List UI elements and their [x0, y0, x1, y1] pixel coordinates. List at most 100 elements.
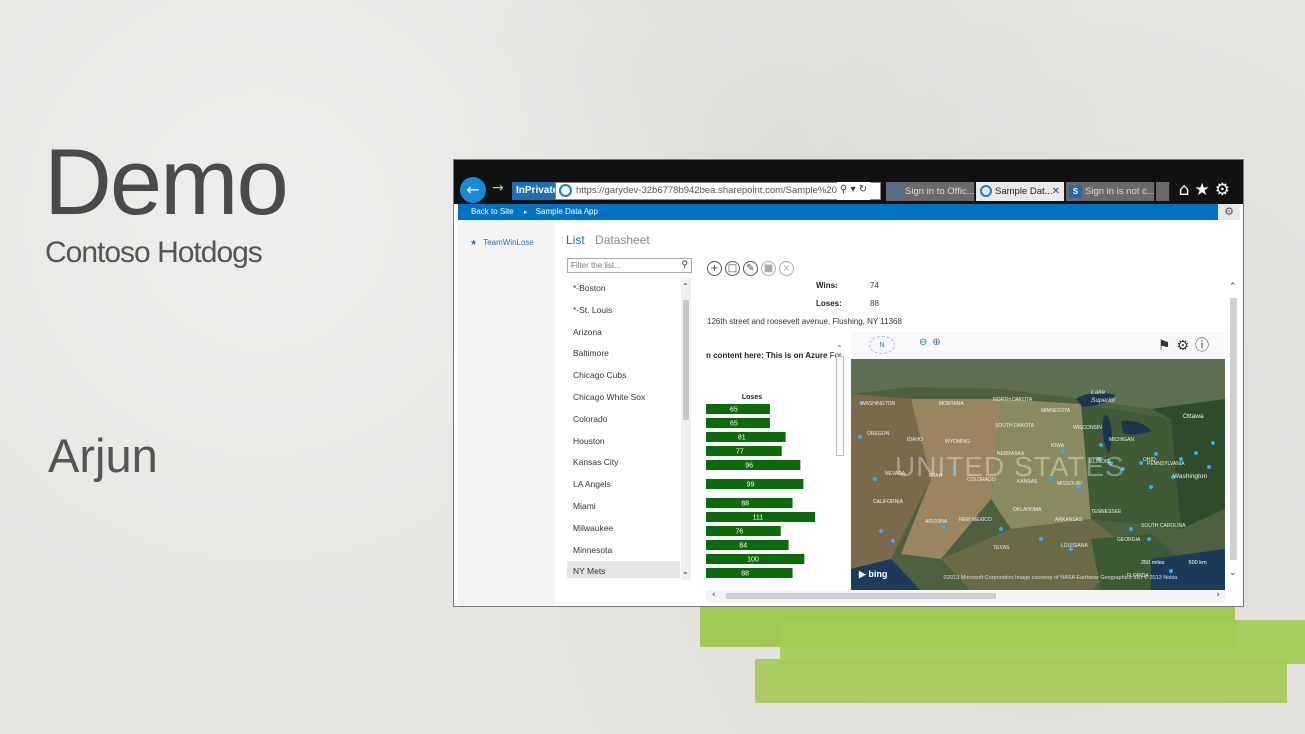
breadcrumb-separator-icon: ▸ [523, 209, 528, 216]
list-item[interactable]: Houston [567, 431, 680, 453]
edit-icon[interactable]: ✎ [743, 261, 758, 276]
browser-tools: ⌂★⚙ [1179, 180, 1235, 200]
close-icon[interactable]: ✕ [1052, 182, 1060, 201]
list-item[interactable]: Baltimore [567, 343, 680, 365]
chart-bar [706, 404, 770, 414]
list-item[interactable]: Minnesota [567, 540, 680, 562]
chart-data-label: 100 [747, 557, 759, 564]
forward-arrow-icon[interactable]: → [492, 180, 504, 196]
map-label: IDAHO [907, 437, 923, 443]
map-country-label: UNITED STATES [895, 451, 1125, 482]
favorites-star-icon[interactable]: ★ [1195, 180, 1215, 200]
loses-chart: Loses 65 65 81 77 96 99 88 111 76 84 100 88 [706, 394, 836, 598]
zoom-out-icon[interactable]: ⊖ [919, 337, 932, 348]
help-icon[interactable]: ⓘ [1195, 338, 1215, 354]
gear-icon[interactable]: ⚙ [1215, 180, 1235, 200]
page-scrollbar[interactable]: ⌃ ⌄ [1228, 278, 1240, 590]
list-item[interactable]: Milwaukee [567, 518, 680, 540]
new-tab-button[interactable] [1156, 182, 1170, 201]
map-label: GEORGIA [1117, 537, 1141, 543]
map-copyright: ©2013 Microsoft Corporation Image courte… [943, 575, 1178, 581]
chart-bar [706, 498, 793, 508]
back-to-site-link[interactable]: Back to Site [471, 207, 514, 216]
chart-bar [706, 540, 789, 550]
gear-icon[interactable]: ⚙ [1176, 338, 1195, 354]
embedded-content-text: n content here: This is on Azure For [706, 351, 842, 360]
browser-tab-active[interactable]: Sample Dat... ✕ [976, 182, 1065, 201]
chevron-right-icon[interactable]: › [1216, 590, 1220, 600]
list-item[interactable]: LA Angels [567, 474, 680, 496]
map-city-label: Ottawa [1183, 413, 1204, 420]
compass-icon[interactable]: N [869, 336, 895, 354]
chart-bar [706, 568, 793, 578]
tab-list[interactable]: List [566, 233, 585, 247]
address-controls[interactable]: ⚲ ▾ ↻ [837, 182, 871, 200]
map-label: OREGON [867, 431, 890, 437]
back-arrow-icon[interactable]: ← [460, 177, 486, 203]
decorative-green-bar [780, 620, 1305, 664]
chevron-up-icon[interactable]: ⌃ [1229, 282, 1237, 292]
settings-gear-icon[interactable]: ⚙ [1218, 204, 1240, 220]
browser-tab[interactable]: Sign in to Offic... [886, 182, 975, 201]
suite-bar: Back to Site ▸ Sample Data App [458, 204, 1218, 220]
nav-item-teamwinlose[interactable]: ★ TeamWinLose [470, 238, 534, 247]
chevron-up-icon[interactable]: ⌃ [836, 344, 843, 353]
loses-label: Loses: [816, 299, 842, 308]
chart-data-label: 88 [741, 571, 749, 578]
list-item[interactable]: *-St. Louis [567, 300, 680, 322]
search-icon[interactable]: ⚲ [681, 259, 688, 272]
location-pin-icon[interactable]: ⚑ [1158, 338, 1177, 354]
map-label: OKLAHOMA [1013, 507, 1042, 513]
list-item[interactable]: Colorado [567, 409, 680, 431]
zoom-in-icon[interactable]: ⊕ [932, 337, 945, 348]
chevron-left-icon[interactable]: ‹ [712, 590, 716, 600]
wins-label: Wins: [816, 281, 838, 290]
save-icon[interactable]: ■ [761, 261, 776, 276]
map-label: IOWA [1051, 443, 1065, 449]
map-toolbar: N ⊖⊕ ⚑⚙ⓘ [851, 332, 1225, 359]
list-item[interactable]: *-Boston [567, 278, 680, 300]
map-label: NORTH DAKOTA [993, 397, 1033, 403]
embed-scrollbar[interactable]: ⌃ [835, 344, 845, 460]
list-item[interactable]: Arizona [567, 322, 680, 344]
list-item[interactable]: Chicago Cubs [567, 365, 680, 387]
map-label: SOUTH CAROLINA [1141, 523, 1186, 529]
chart-bar [706, 479, 804, 489]
map-city-label: Washington [1173, 473, 1208, 480]
list-scrollbar[interactable]: ⌃ ⌄ [681, 278, 691, 580]
filter-input[interactable]: Filter the list... ⚲ [567, 258, 692, 273]
chart-bar [706, 418, 770, 428]
bar-chart-svg: 65658177969988111768410088 [706, 404, 816, 578]
horizontal-scrollbar[interactable]: ‹ › [706, 590, 1226, 602]
chart-bar [706, 526, 781, 536]
chevron-down-icon[interactable]: ⌄ [682, 567, 689, 576]
add-icon[interactable]: + [707, 261, 722, 276]
map-label: MONTANA [939, 401, 964, 407]
app-title-link[interactable]: Sample Data App [536, 207, 598, 216]
map-label: TENNESSEE [1091, 509, 1122, 515]
home-icon[interactable]: ⌂ [1179, 180, 1195, 200]
map-label: NEW MEXICO [959, 517, 992, 523]
map-label: PENNSYLVANIA [1147, 461, 1185, 467]
chart-data-label: 111 [753, 515, 764, 522]
sharepoint-icon: S [1069, 185, 1082, 198]
tab-datasheet[interactable]: Datasheet [595, 233, 650, 247]
list-item[interactable]: NY Mets [567, 561, 680, 578]
cancel-icon[interactable]: × [779, 261, 794, 276]
list-item[interactable]: Kansas City [567, 452, 680, 474]
address-bar[interactable]: https://garydev-32b6778b942bea.sharepoin… [555, 182, 881, 200]
chevron-down-icon[interactable]: ⌄ [1229, 568, 1237, 578]
satellite-map[interactable]: WASHINGTON MONTANA NORTH DAKOTA MINNESOT… [851, 359, 1225, 591]
scrollbar-thumb[interactable] [1230, 298, 1237, 560]
scrollbar-thumb[interactable] [683, 300, 689, 420]
chart-bar [706, 432, 786, 442]
browser-tab[interactable]: S Sign in is not c... [1066, 182, 1155, 201]
list-item[interactable]: Chicago White Sox [567, 387, 680, 409]
scrollbar-thumb[interactable] [726, 593, 996, 599]
loses-value: 88 [870, 299, 879, 308]
chevron-up-icon[interactable]: ⌃ [682, 282, 689, 291]
list-item[interactable]: Miami [567, 496, 680, 518]
scrollbar-track[interactable] [836, 356, 844, 456]
map-scale: 250 miles 500 km [1141, 560, 1207, 566]
delete-icon[interactable]: □ [725, 261, 740, 276]
